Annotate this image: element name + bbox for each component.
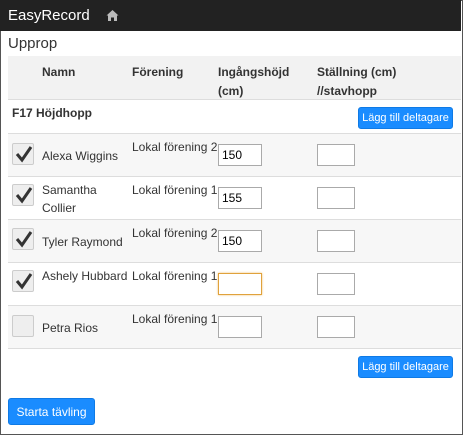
standing-input[interactable]: [317, 273, 355, 295]
table-row: Petra Rios Lokal förening 1: [8, 306, 461, 349]
table-header: Namn Förening Ingångshöjd (cm) Ställning…: [8, 56, 461, 100]
standing-input[interactable]: [317, 316, 355, 338]
standing-input[interactable]: [317, 144, 355, 166]
participant-club: Lokal förening 2: [132, 226, 218, 240]
brand-link[interactable]: EasyRecord: [8, 7, 90, 24]
header-standing: Ställning (cm) //stavhopp: [317, 65, 397, 98]
check-icon: [15, 146, 33, 163]
participant-name: Tyler Raymond: [42, 235, 123, 249]
header-entry-height: Ingångshöjd (cm): [218, 65, 290, 98]
entry-height-input[interactable]: [218, 273, 262, 295]
participant-name: Petra Rios: [42, 321, 99, 335]
table-row: Tyler Raymond Lokal förening 2: [8, 220, 461, 263]
check-icon: [15, 273, 33, 290]
add-participant-button[interactable]: Lägg till deltagare: [358, 107, 453, 129]
standing-input[interactable]: [317, 230, 355, 252]
start-competition-button[interactable]: Starta tävling: [8, 398, 95, 425]
row-checkbox[interactable]: [12, 228, 34, 250]
row-checkbox[interactable]: [12, 184, 34, 206]
navbar: EasyRecord: [0, 0, 461, 31]
group-row: F17 Höjdhopp Lägg till deltagare: [8, 100, 461, 134]
table-row: Samantha Collier Lokal förening 1: [8, 177, 461, 220]
header-name: Namn: [42, 65, 76, 79]
row-checkbox[interactable]: [12, 270, 34, 292]
row-checkbox[interactable]: [12, 143, 34, 165]
group-title: F17 Höjdhopp: [12, 106, 92, 120]
entry-height-input[interactable]: [218, 316, 262, 338]
add-participant-bottom-button[interactable]: Lägg till deltagare: [358, 356, 453, 378]
table-row: Alexa Wiggins Lokal förening 2: [8, 134, 461, 177]
participant-name: Samantha Collier: [42, 183, 97, 215]
participant-name: Ashely Hubbard: [42, 269, 128, 283]
check-icon: [15, 187, 33, 204]
row-checkbox[interactable]: [12, 315, 34, 337]
entry-height-input[interactable]: [218, 230, 262, 252]
header-club: Förening: [132, 65, 184, 79]
standing-input[interactable]: [317, 187, 355, 209]
entry-height-input[interactable]: [218, 144, 262, 166]
table-row: Ashely Hubbard Lokal förening 1: [8, 263, 461, 306]
participant-club: Lokal förening 1: [132, 269, 218, 283]
check-icon: [15, 231, 33, 248]
participant-club: Lokal förening 2: [132, 140, 218, 154]
participant-club: Lokal förening 1: [132, 312, 218, 326]
entry-height-input[interactable]: [218, 187, 262, 209]
participant-club: Lokal förening 1: [132, 183, 218, 197]
page-title: Upprop: [8, 35, 58, 52]
participant-name: Alexa Wiggins: [42, 149, 119, 163]
home-icon[interactable]: [106, 9, 119, 22]
